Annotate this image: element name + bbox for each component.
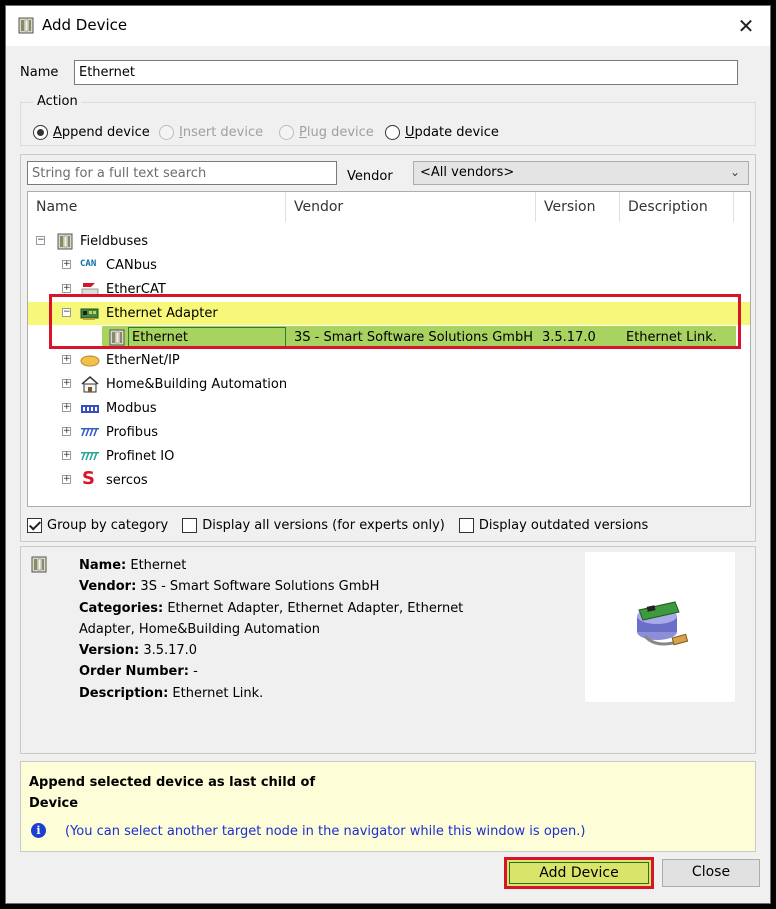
can-icon: CAN <box>80 259 97 269</box>
info-icon: i <box>31 823 46 838</box>
tree-row-modbus[interactable]: + Modbus <box>28 397 750 420</box>
radio-indicator <box>385 124 400 140</box>
column-header-version[interactable]: Version <box>536 192 620 222</box>
column-header-description[interactable]: Description <box>620 192 734 222</box>
ethernetip-icon <box>80 355 100 367</box>
tree-label: Fieldbuses <box>80 234 149 249</box>
info-vendor: 3S - Smart Software Solutions GmbH <box>140 579 380 595</box>
device-rack-icon <box>31 556 47 573</box>
expand-icon[interactable]: + <box>62 403 71 412</box>
tree-label: Home&Building Automation <box>106 377 288 392</box>
highlight-frame <box>49 294 741 349</box>
column-header-vendor[interactable]: Vendor <box>286 192 536 222</box>
expand-icon[interactable]: + <box>62 451 71 460</box>
hint-title: Append selected device as last child of … <box>29 775 316 811</box>
expand-icon[interactable]: + <box>62 284 71 293</box>
update-device-label: Update device <box>405 124 499 140</box>
name-label: Name <box>20 65 59 80</box>
add-device-dialog: Add Device ✕ Name Action Append device I… <box>5 5 771 904</box>
checkbox-indicator <box>27 517 42 533</box>
column-header-name[interactable]: Name <box>28 192 286 222</box>
expand-icon[interactable]: + <box>62 260 71 269</box>
tree-row-fieldbuses[interactable]: − Fieldbuses <box>28 230 750 253</box>
checkbox-label: Display outdated versions <box>478 517 649 533</box>
device-info-text: Name: Ethernet Vendor: 3S - Smart Softwa… <box>79 558 464 701</box>
tree-row-canbus[interactable]: + CAN CANbus <box>28 254 750 277</box>
radio-indicator <box>279 124 294 140</box>
tree-row-sercos[interactable]: + S sercos <box>28 468 750 492</box>
network-adapter-illustration-icon <box>637 601 689 646</box>
profinet-icon <box>81 451 99 461</box>
checkbox-label: Group by category <box>47 517 169 533</box>
display-all-versions-checkbox[interactable]: Display all versions (for experts only) <box>182 517 445 533</box>
plug-device-label: Plug device <box>299 124 374 140</box>
display-outdated-versions-checkbox[interactable]: Display outdated versions <box>458 517 649 533</box>
name-input[interactable] <box>74 60 738 85</box>
tree-label: EtherNet/IP <box>106 353 180 368</box>
add-device-button[interactable]: Add Device <box>504 857 654 889</box>
expand-icon[interactable]: + <box>62 355 71 364</box>
tree-row-ethernetip[interactable]: + EtherNet/IP <box>28 349 750 372</box>
sercos-icon: S <box>82 468 95 489</box>
checkbox-indicator <box>458 517 474 533</box>
radio-indicator <box>159 124 174 140</box>
checkbox-indicator <box>182 517 198 533</box>
append-device-radio[interactable]: Append device <box>33 123 150 141</box>
tree-label: Profibus <box>106 425 159 440</box>
title-bar[interactable]: Add Device ✕ <box>6 6 770 46</box>
house-icon <box>81 376 99 393</box>
expand-icon[interactable]: + <box>62 475 71 484</box>
tree-label: CANbus <box>106 258 157 273</box>
vendor-dropdown[interactable]: <All vendors> ⌄ <box>413 161 749 185</box>
info-version: 3.5.17.0 <box>143 643 198 659</box>
append-device-label: Append device <box>53 124 150 140</box>
device-info-panel: Name: Ethernet Vendor: 3S - Smart Softwa… <box>20 546 756 754</box>
insert-device-radio[interactable]: Insert device <box>159 123 263 141</box>
profibus-icon <box>81 427 99 437</box>
close-icon[interactable]: ✕ <box>732 12 760 40</box>
info-name: Ethernet <box>130 558 187 573</box>
focus-rectangle <box>509 862 649 884</box>
tree-row-profibus[interactable]: + Profibus <box>28 421 750 444</box>
vendor-selected-value: <All vendors> <box>420 165 515 180</box>
info-order-number: - <box>193 664 198 680</box>
plug-device-radio[interactable]: Plug device <box>279 123 374 141</box>
device-rack-icon <box>18 17 34 34</box>
action-group: Action Append device Insert device Plug … <box>20 94 756 146</box>
info-description: Ethernet Link. <box>172 685 264 701</box>
hint-note: (You can select another target node in t… <box>65 824 586 839</box>
device-tree[interactable]: Name Vendor Version Description − Fieldb… <box>27 191 751 507</box>
tree-row-profinet-io[interactable]: + Profinet IO <box>28 445 750 468</box>
modbus-icon <box>81 405 99 413</box>
window-title: Add Device <box>42 16 128 34</box>
search-input[interactable] <box>27 161 337 185</box>
insert-device-label: Insert device <box>179 124 264 140</box>
device-preview-image <box>585 552 735 702</box>
action-legend: Action <box>33 94 82 109</box>
close-button[interactable]: Close <box>662 859 760 887</box>
tree-row-home-building[interactable]: + Home&Building Automation <box>28 373 750 396</box>
tree-label: sercos <box>106 473 148 488</box>
group-by-category-checkbox[interactable]: Group by category <box>27 517 169 533</box>
action-hint-panel: Append selected device as last child of … <box>20 761 756 852</box>
expand-icon[interactable]: + <box>62 427 71 436</box>
update-device-radio[interactable]: Update device <box>385 123 499 141</box>
device-rack-icon <box>57 233 73 250</box>
checkbox-label: Display all versions (for experts only) <box>202 517 445 533</box>
collapse-icon[interactable]: − <box>36 236 45 245</box>
tree-label: Profinet IO <box>106 449 175 464</box>
expand-icon[interactable]: + <box>62 379 71 388</box>
vendor-label: Vendor <box>347 169 393 184</box>
chevron-down-icon: ⌄ <box>729 165 740 179</box>
tree-label: Modbus <box>106 401 157 416</box>
radio-indicator <box>33 124 48 140</box>
filter-options: Group by category Display all versions (… <box>27 515 648 535</box>
